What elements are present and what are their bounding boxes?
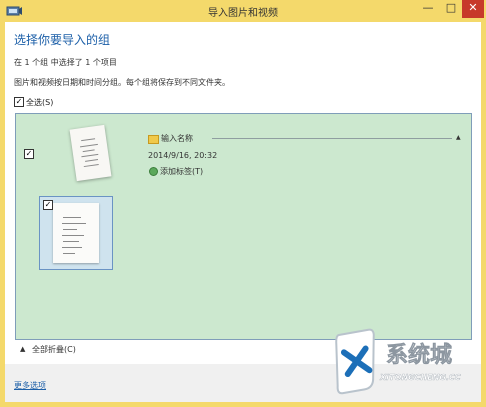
minimize-button[interactable]: — [416,0,440,18]
photo-item[interactable]: ✓ [39,196,113,270]
photo-thumbnail [53,203,99,263]
group-divider [212,138,452,139]
page-title: 选择你要导入的组 [14,33,111,47]
window-title: 导入图片和视频 [208,8,278,19]
close-button[interactable]: ✕ [462,0,484,18]
collapse-all-button[interactable]: 全部折叠(C) [32,344,76,355]
maximize-button[interactable]: □ [440,0,462,18]
group-checkbox[interactable]: ✓ [24,149,34,159]
folder-icon [148,135,159,144]
title-bar: 导入图片和视频 — □ ✕ [0,0,486,22]
watermark-logo: 系统城 XITONGCHENG.CC [335,328,461,395]
photo-item-checkbox[interactable]: ✓ [43,200,53,210]
more-options-link[interactable]: 更多选项 [14,380,46,391]
group-name-field[interactable]: 输入名称 [161,133,193,144]
watermark-url: XITONGCHENG.CC [379,373,461,382]
group-cover-thumbnail[interactable] [69,124,112,182]
add-tag-link[interactable]: 添加标签(T) [160,166,203,177]
group-panel: ✓ 输入名称 ▲ 2014/9/16, 20:32 添加标签(T) ✓ [15,113,472,340]
selection-summary: 在 1 个组 中选择了 1 个项目 [14,58,117,67]
watermark-brand: 系统城 [386,342,452,368]
select-all-label[interactable]: 全选(S) [26,97,53,108]
group-datetime: 2014/9/16, 20:32 [148,151,218,160]
select-all-checkbox[interactable]: ✓ [14,97,24,107]
chevron-up-icon[interactable]: ▲ [456,134,461,141]
tag-icon [149,167,158,176]
chevron-up-icon[interactable]: ▲ [20,345,25,353]
grouping-hint: 图片和视频按日期和时间分组。每个组将保存到不同文件夹。 [14,78,230,87]
